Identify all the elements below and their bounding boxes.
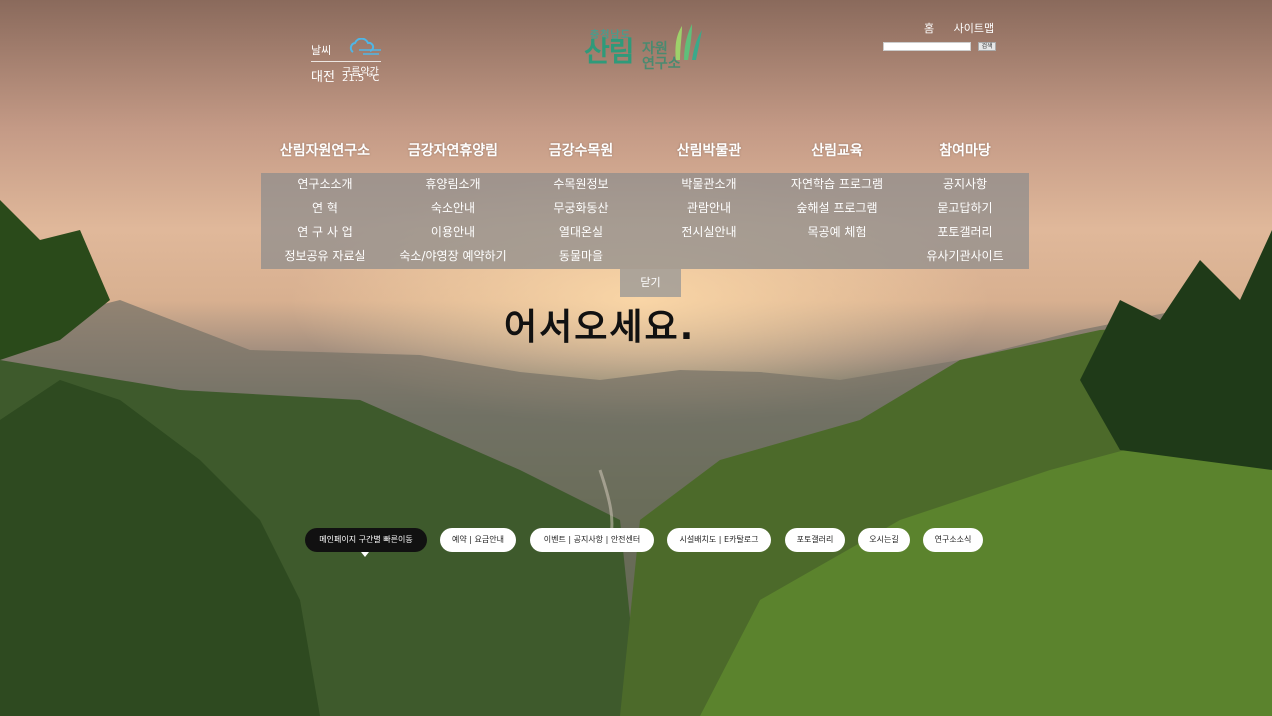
submenu-item[interactable]: 연구소소개 (261, 173, 389, 197)
search-input[interactable] (883, 42, 971, 51)
submenu-item[interactable]: 연 혁 (261, 197, 389, 221)
home-link[interactable]: 홈 (924, 22, 934, 35)
submenu-item[interactable]: 열대온실 (517, 221, 645, 245)
submenu-item[interactable]: 포토갤러리 (901, 221, 1029, 245)
nav-item-museum[interactable]: 산림박물관 (645, 140, 773, 160)
submenu-panel: 연구소소개 연 혁 연 구 사 업 정보공유 자료실 휴양림소개 숙소안내 이용… (261, 173, 1029, 269)
submenu-column: 수목원정보 무궁화동산 열대온실 동물마을 (517, 173, 645, 269)
search-box: 검색 (883, 42, 997, 61)
submenu-item[interactable]: 휴양림소개 (389, 173, 517, 197)
submenu-item[interactable]: 박물관소개 (645, 173, 773, 197)
submenu-item[interactable]: 동물마을 (517, 245, 645, 269)
submenu-column: 공지사항 묻고답하기 포토갤러리 유사기관사이트 (901, 173, 1029, 269)
quick-link-directions[interactable]: 오시는길 (858, 528, 910, 552)
submenu-item[interactable]: 전시실안내 (645, 221, 773, 245)
main-navigation: 산림자원연구소 금강자연휴양림 금강수목원 산림박물관 산림교육 참여마당 (261, 140, 1029, 162)
submenu-item[interactable]: 숲해설 프로그램 (773, 197, 901, 221)
utility-links: 홈 사이트맵 (920, 20, 994, 36)
weather-divider (311, 61, 381, 62)
submenu-item[interactable]: 연 구 사 업 (261, 221, 389, 245)
site-logo[interactable]: 충청남도 산림 자원 연구소 (584, 22, 706, 74)
weather-city: 대전 (311, 70, 335, 85)
submenu-column: 박물관소개 관람안내 전시실안내 (645, 173, 773, 245)
quick-link-reservation[interactable]: 예약 | 요금안내 (440, 528, 516, 552)
quick-link-events[interactable]: 이벤트 | 공지사항 | 안전센터 (530, 528, 654, 552)
submenu-column: 휴양림소개 숙소안내 이용안내 숙소/야영장 예약하기 (389, 173, 517, 269)
submenu-item[interactable]: 수목원정보 (517, 173, 645, 197)
tree-icon (675, 24, 702, 60)
quick-link-section-nav[interactable]: 메인페이지 구간별 빠른이동 (305, 528, 427, 552)
sitemap-link[interactable]: 사이트맵 (954, 22, 994, 35)
logo-main: 산림 (584, 35, 635, 68)
quick-link-photo-gallery[interactable]: 포토갤러리 (785, 528, 845, 552)
quick-link-news[interactable]: 연구소소식 (923, 528, 983, 552)
submenu-item[interactable]: 무궁화동산 (517, 197, 645, 221)
cloud-wind-icon (349, 38, 381, 55)
background-landscape (0, 200, 1272, 716)
submenu-item[interactable]: 숙소/야영장 예약하기 (389, 245, 517, 269)
pointer-arrow-icon (361, 552, 369, 557)
nav-item-education[interactable]: 산림교육 (773, 140, 901, 160)
submenu-item[interactable]: 이용안내 (389, 221, 517, 245)
submenu-column: 연구소소개 연 혁 연 구 사 업 정보공유 자료실 (261, 173, 389, 269)
weather-label: 날씨 (311, 44, 332, 57)
submenu-item[interactable]: 묻고답하기 (901, 197, 1029, 221)
search-button[interactable]: 검색 (978, 42, 997, 51)
close-menu-button[interactable]: 닫기 (620, 269, 681, 297)
weather-temperature: 21.5 °C (342, 73, 380, 84)
submenu-item[interactable]: 유사기관사이트 (901, 245, 1029, 269)
nav-item-community[interactable]: 참여마당 (901, 140, 1029, 160)
submenu-item[interactable]: 공지사항 (901, 173, 1029, 197)
nav-item-research-institute[interactable]: 산림자원연구소 (261, 140, 389, 160)
submenu-item[interactable]: 정보공유 자료실 (261, 245, 389, 269)
welcome-heading: 어서오세요. (504, 307, 696, 348)
submenu-column: 자연학습 프로그램 숲해설 프로그램 목공예 체험 (773, 173, 901, 245)
nav-item-recreation-forest[interactable]: 금강자연휴양림 (389, 140, 517, 160)
submenu-item[interactable]: 목공예 체험 (773, 221, 901, 245)
quick-link-facility-map[interactable]: 시설배치도 | E카탈로그 (667, 528, 771, 552)
submenu-item[interactable]: 관람안내 (645, 197, 773, 221)
submenu-item[interactable]: 숙소안내 (389, 197, 517, 221)
nav-item-arboretum[interactable]: 금강수목원 (517, 140, 645, 160)
submenu-item[interactable]: 자연학습 프로그램 (773, 173, 901, 197)
